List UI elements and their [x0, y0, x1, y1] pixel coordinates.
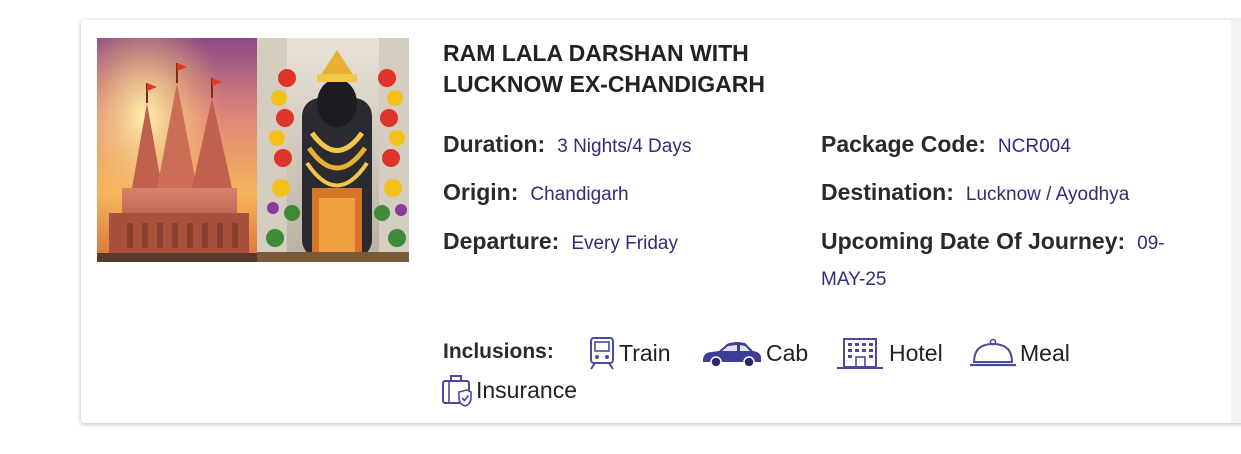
- destination-label: Destination:: [821, 179, 954, 205]
- inclusions-label: Inclusions:: [443, 340, 554, 363]
- inclusion-cab-label: Cab: [766, 339, 809, 366]
- duration-label: Duration:: [443, 131, 546, 157]
- inclusion-hotel: Hotel: [836, 336, 943, 370]
- departure-label: Departure:: [443, 228, 560, 254]
- package-code-label: Package Code:: [821, 131, 986, 157]
- insurance-briefcase-icon: [441, 373, 476, 407]
- inclusion-cab: Cab: [701, 336, 808, 370]
- destination-value: Lucknow / Ayodhya: [965, 184, 1130, 205]
- duration-row: Duration: 3 Nights/4 Days: [443, 131, 691, 158]
- hotel-icon: [836, 336, 889, 370]
- scrollbar-track[interactable]: [1231, 20, 1241, 423]
- inclusion-train-label: Train: [619, 339, 671, 366]
- upcoming-date-value-part1: 09-: [1137, 233, 1165, 254]
- duration-value: 3 Nights/4 Days: [557, 136, 692, 157]
- origin-row: Origin: Chandigarh: [443, 179, 629, 206]
- origin-label: Origin:: [443, 179, 519, 205]
- destination-row: Destination: Lucknow / Ayodhya: [821, 179, 1129, 206]
- inclusion-train: Train: [588, 336, 671, 370]
- train-icon: [588, 336, 619, 370]
- upcoming-date-label: Upcoming Date Of Journey:: [821, 228, 1126, 254]
- departure-row: Departure: Every Friday: [443, 228, 678, 255]
- inclusion-insurance: Insurance: [441, 373, 577, 407]
- upcoming-date-row: Upcoming Date Of Journey: 09-: [821, 228, 1165, 255]
- departure-value: Every Friday: [571, 233, 678, 254]
- inclusion-meal: Meal: [969, 336, 1070, 370]
- upcoming-date-value-part2: MAY-25: [821, 269, 887, 290]
- inclusion-hotel-label: Hotel: [889, 339, 943, 366]
- meal-cloche-icon: [969, 336, 1020, 370]
- package-title[interactable]: RAM LALA DARSHAN WITH LUCKNOW EX-CHANDIG…: [443, 38, 863, 100]
- inclusion-meal-label: Meal: [1020, 339, 1070, 366]
- package-image[interactable]: [97, 38, 409, 262]
- inclusion-insurance-label: Insurance: [476, 376, 578, 403]
- origin-value: Chandigarh: [530, 184, 629, 205]
- package-code-row: Package Code: NCR004: [821, 131, 1071, 158]
- car-icon: [701, 336, 766, 370]
- package-code-value: NCR004: [997, 136, 1071, 157]
